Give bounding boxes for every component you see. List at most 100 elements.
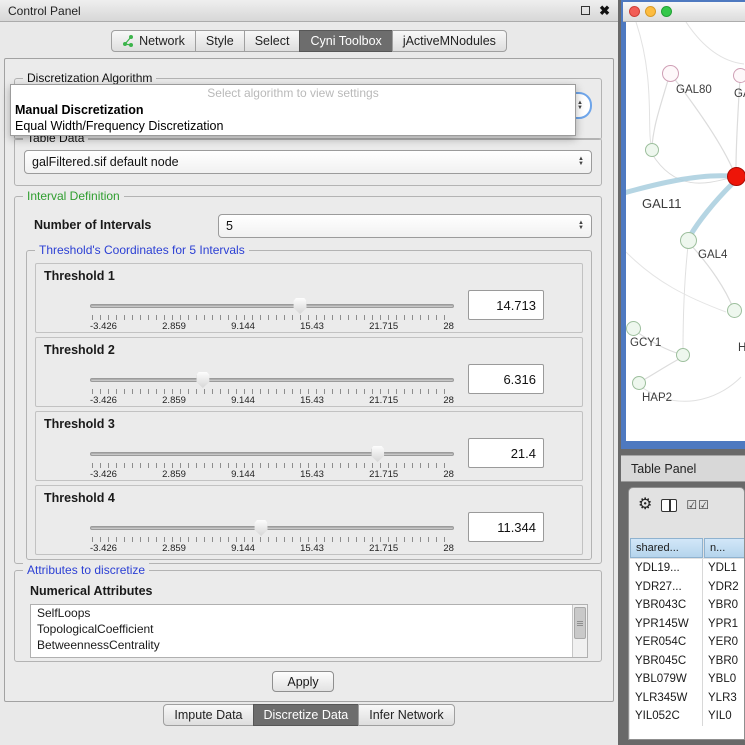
table-cell[interactable]: YBR045C <box>630 652 703 671</box>
network-node[interactable] <box>680 232 697 249</box>
threshold-slider[interactable]: -3.426 2.859 9.144 15.43 21.715 28 <box>90 520 454 554</box>
table-cell[interactable]: YER054C <box>630 633 703 652</box>
tab-select[interactable]: Select <box>244 30 301 52</box>
algorithm-option-equal-width[interactable]: Equal Width/Frequency Discretization <box>11 118 575 134</box>
scrollbar-thumb[interactable] <box>574 607 586 639</box>
tick-label: 21.715 <box>369 395 398 406</box>
control-panel-titlebar: Control Panel ✖ <box>0 0 618 22</box>
threshold-value-field[interactable]: 6.316 <box>468 364 544 394</box>
threshold-value-field[interactable]: 11.344 <box>468 512 544 542</box>
threshold-slider[interactable]: -3.426 2.859 9.144 15.43 21.715 28 <box>90 372 454 406</box>
slider-handle-icon[interactable] <box>255 520 268 536</box>
selected-network-node[interactable] <box>727 167 745 186</box>
table-cell[interactable]: YLR3 <box>703 689 744 708</box>
slider-handle-icon[interactable] <box>196 372 209 388</box>
tab-cyni-toolbox[interactable]: Cyni Toolbox <box>299 30 392 52</box>
tick-label: -3.426 <box>90 321 117 332</box>
list-item[interactable]: TopologicalCoefficient <box>31 621 587 637</box>
table-row[interactable]: YBR045C YBR0 <box>630 652 744 671</box>
network-node[interactable] <box>632 376 646 390</box>
tab-cyni-toolbox-label: Cyni Toolbox <box>310 34 381 48</box>
columns-icon[interactable] <box>661 499 677 512</box>
threshold-panel: Threshold 4 -3.426 2.859 9.144 15.43 21.… <box>35 485 583 555</box>
attributes-group-title: Attributes to discretize <box>23 563 149 577</box>
tick-label: -3.426 <box>90 543 117 554</box>
apply-button[interactable]: Apply <box>272 671 334 692</box>
table-cell[interactable]: YBR0 <box>703 652 744 671</box>
table-cell[interactable]: YDR27... <box>630 578 703 597</box>
network-node[interactable] <box>645 143 659 157</box>
tab-style[interactable]: Style <box>195 30 245 52</box>
select-columns-icons[interactable]: ☑☑ <box>686 498 710 512</box>
tab-jactivemnodules[interactable]: jActiveMNodules <box>392 30 507 52</box>
interval-definition-title: Interval Definition <box>23 189 124 203</box>
table-row[interactable]: YDR27... YDR2 <box>630 578 744 597</box>
network-node[interactable] <box>727 303 742 318</box>
table-row[interactable]: YBR043C YBR0 <box>630 596 744 615</box>
float-window-icon[interactable] <box>581 6 590 15</box>
table-row[interactable]: YLR345W YLR3 <box>630 689 744 708</box>
numerical-attributes-list[interactable]: SelfLoops TopologicalCoefficient Between… <box>30 604 588 658</box>
slider-handle-icon[interactable] <box>294 298 307 314</box>
table-cell[interactable]: YIL052C <box>630 707 703 726</box>
table-cell[interactable]: YBR043C <box>630 596 703 615</box>
list-scrollbar[interactable] <box>572 605 587 657</box>
close-traffic-light-icon[interactable] <box>629 6 640 17</box>
table-cell[interactable]: YBL079W <box>630 670 703 689</box>
combo-stepper-icon: ▲▼ <box>578 157 584 167</box>
slider-track[interactable] <box>90 378 454 382</box>
slider-track[interactable] <box>90 526 454 530</box>
threshold-slider[interactable]: -3.426 2.859 9.144 15.43 21.715 28 <box>90 298 454 332</box>
table-cell[interactable]: YDR2 <box>703 578 744 597</box>
slider-track[interactable] <box>90 452 454 456</box>
tick-label: 28 <box>443 321 454 332</box>
network-canvas[interactable]: GAL80 GA GAL11 GAL4 GCY1 H HAP2 <box>626 22 745 441</box>
slider-tick-labels: -3.426 2.859 9.144 15.43 21.715 28 <box>90 469 454 480</box>
table-cell[interactable]: YPR1 <box>703 615 744 634</box>
gear-icon[interactable]: ⚙ <box>638 497 652 513</box>
table-cell[interactable]: YBL0 <box>703 670 744 689</box>
table-cell[interactable]: YBR0 <box>703 596 744 615</box>
table-cell[interactable]: YDL19... <box>630 559 703 578</box>
tick-label: 15.43 <box>300 543 324 554</box>
slider-track[interactable] <box>90 304 454 308</box>
threshold-value-field[interactable]: 21.4 <box>468 438 544 468</box>
table-cell[interactable]: YDL1 <box>703 559 744 578</box>
network-node[interactable] <box>662 65 679 82</box>
column-header-shared-name[interactable]: shared... <box>630 538 703 558</box>
tab-select-label: Select <box>255 34 290 48</box>
network-node[interactable] <box>626 321 641 336</box>
table-row[interactable]: YER054C YER0 <box>630 633 744 652</box>
tab-jactivemnodules-label: jActiveMNodules <box>403 34 496 48</box>
slider-handle-icon[interactable] <box>371 446 384 462</box>
tab-infer-network[interactable]: Infer Network <box>358 704 454 726</box>
tick-label: 2.859 <box>162 395 186 406</box>
zoom-traffic-light-icon[interactable] <box>661 6 672 17</box>
table-row[interactable]: YPR145W YPR1 <box>630 615 744 634</box>
table-cell[interactable]: YPR145W <box>630 615 703 634</box>
tick-label: 28 <box>443 395 454 406</box>
network-node[interactable] <box>733 68 745 83</box>
network-node[interactable] <box>676 348 690 362</box>
table-row[interactable]: YBL079W YBL0 <box>630 670 744 689</box>
number-of-intervals-select[interactable]: 5 ▲▼ <box>218 214 592 238</box>
table-row[interactable]: YIL052C YIL0 <box>630 707 744 726</box>
list-item[interactable]: BetweennessCentrality <box>31 637 587 653</box>
threshold-value-field[interactable]: 14.713 <box>468 290 544 320</box>
column-header-name[interactable]: n... <box>704 538 745 558</box>
close-icon[interactable]: ✖ <box>599 6 610 16</box>
table-data-select[interactable]: galFiltered.sif default node ▲▼ <box>24 150 592 174</box>
algorithm-option-manual[interactable]: Manual Discretization <box>11 102 575 118</box>
list-item[interactable]: SelfLoops <box>31 605 587 621</box>
tab-style-label: Style <box>206 34 234 48</box>
table-cell[interactable]: YIL0 <box>703 707 744 726</box>
tab-impute-data[interactable]: Impute Data <box>163 704 253 726</box>
minimize-traffic-light-icon[interactable] <box>645 6 656 17</box>
tab-discretize-data[interactable]: Discretize Data <box>253 704 360 726</box>
table-cell[interactable]: YER0 <box>703 633 744 652</box>
tab-infer-network-label: Infer Network <box>369 708 443 722</box>
threshold-slider[interactable]: -3.426 2.859 9.144 15.43 21.715 28 <box>90 446 454 480</box>
tab-network[interactable]: Network <box>111 30 196 52</box>
table-cell[interactable]: YLR345W <box>630 689 703 708</box>
table-row[interactable]: YDL19... YDL1 <box>630 559 744 578</box>
